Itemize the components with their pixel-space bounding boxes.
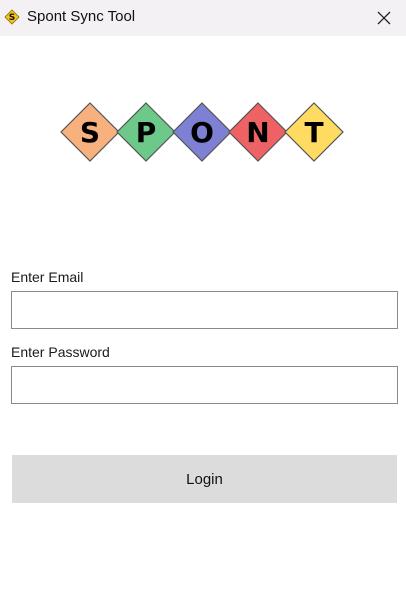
login-button[interactable]: Login: [12, 455, 397, 503]
password-field[interactable]: [11, 366, 398, 404]
logo-tile-o: O: [172, 102, 232, 162]
logo-letter: S: [80, 116, 100, 149]
window-title: Spont Sync Tool: [27, 8, 136, 25]
title-bar[interactable]: S Spont Sync Tool: [0, 0, 406, 36]
logo-tile-s: S: [60, 102, 120, 162]
app-icon-letter: S: [9, 13, 15, 23]
password-label: Enter Password: [11, 344, 110, 360]
logo-tile-t: T: [284, 102, 344, 162]
logo-letter: N: [246, 116, 269, 149]
spont-logo: S PON T: [60, 102, 344, 162]
logo-letter: P: [136, 116, 157, 149]
close-button[interactable]: [362, 0, 406, 36]
close-icon: [377, 11, 391, 25]
email-field[interactable]: [11, 291, 398, 329]
spont-app-icon: S: [4, 9, 20, 25]
logo-tile-n: N: [228, 102, 288, 162]
logo-letter: O: [190, 116, 214, 149]
app-window: S Spont Sync Tool S PON T Enter Email Ente…: [0, 0, 406, 607]
logo-tile-p: P: [116, 102, 176, 162]
logo-letter: T: [304, 116, 323, 149]
email-label: Enter Email: [11, 269, 84, 285]
